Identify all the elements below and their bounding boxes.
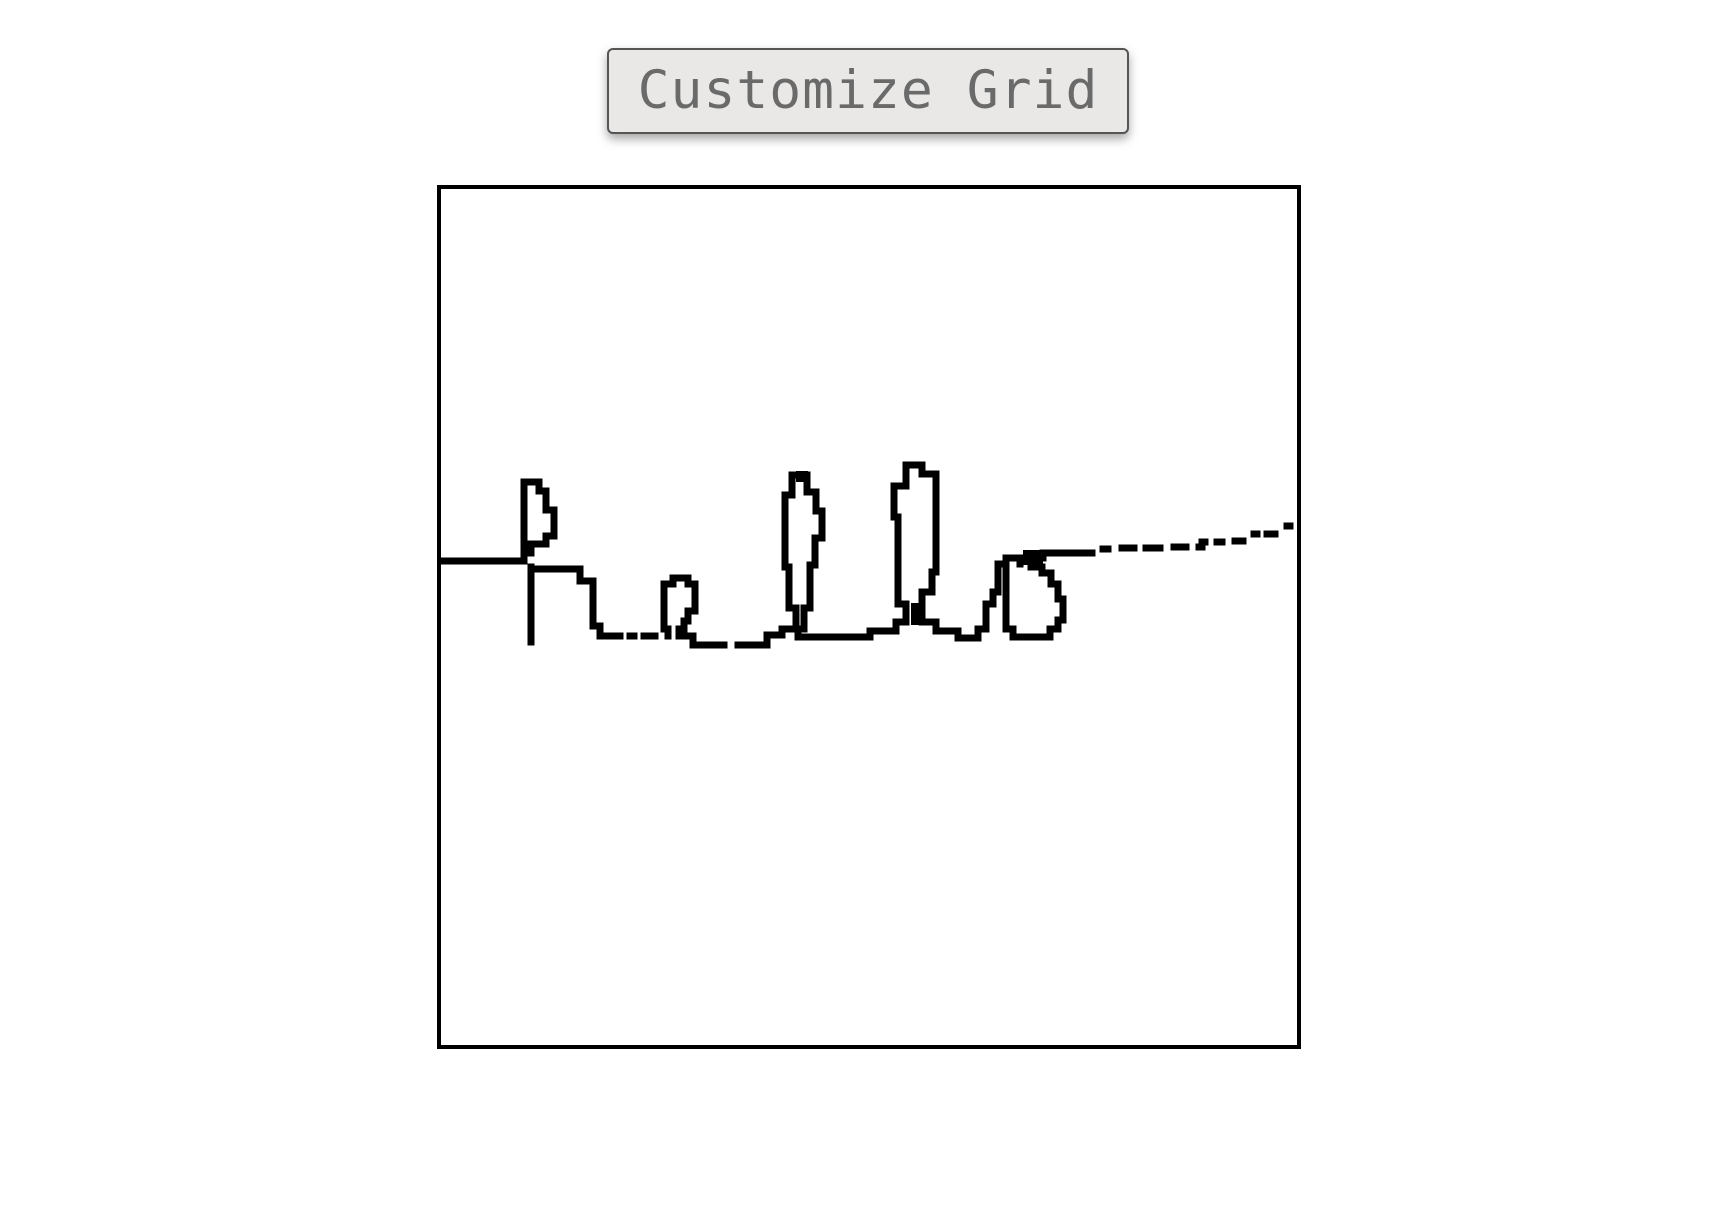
stroke-h-loop	[520, 478, 558, 565]
stroke-l1	[763, 471, 893, 649]
customize-grid-button[interactable]: Customize Grid	[607, 48, 1129, 134]
stroke-l2	[890, 461, 990, 642]
blob-2	[911, 603, 925, 625]
blob-1	[796, 471, 808, 482]
drawing-canvas[interactable]	[437, 185, 1301, 1049]
blob-3	[1023, 550, 1043, 565]
stroke-h-arch	[527, 565, 624, 640]
pixel-drawing	[441, 461, 1294, 649]
stroke-dash-8	[1195, 538, 1209, 551]
stroke-e-loop	[660, 574, 728, 649]
stroke-o-bowl	[1002, 555, 1067, 641]
